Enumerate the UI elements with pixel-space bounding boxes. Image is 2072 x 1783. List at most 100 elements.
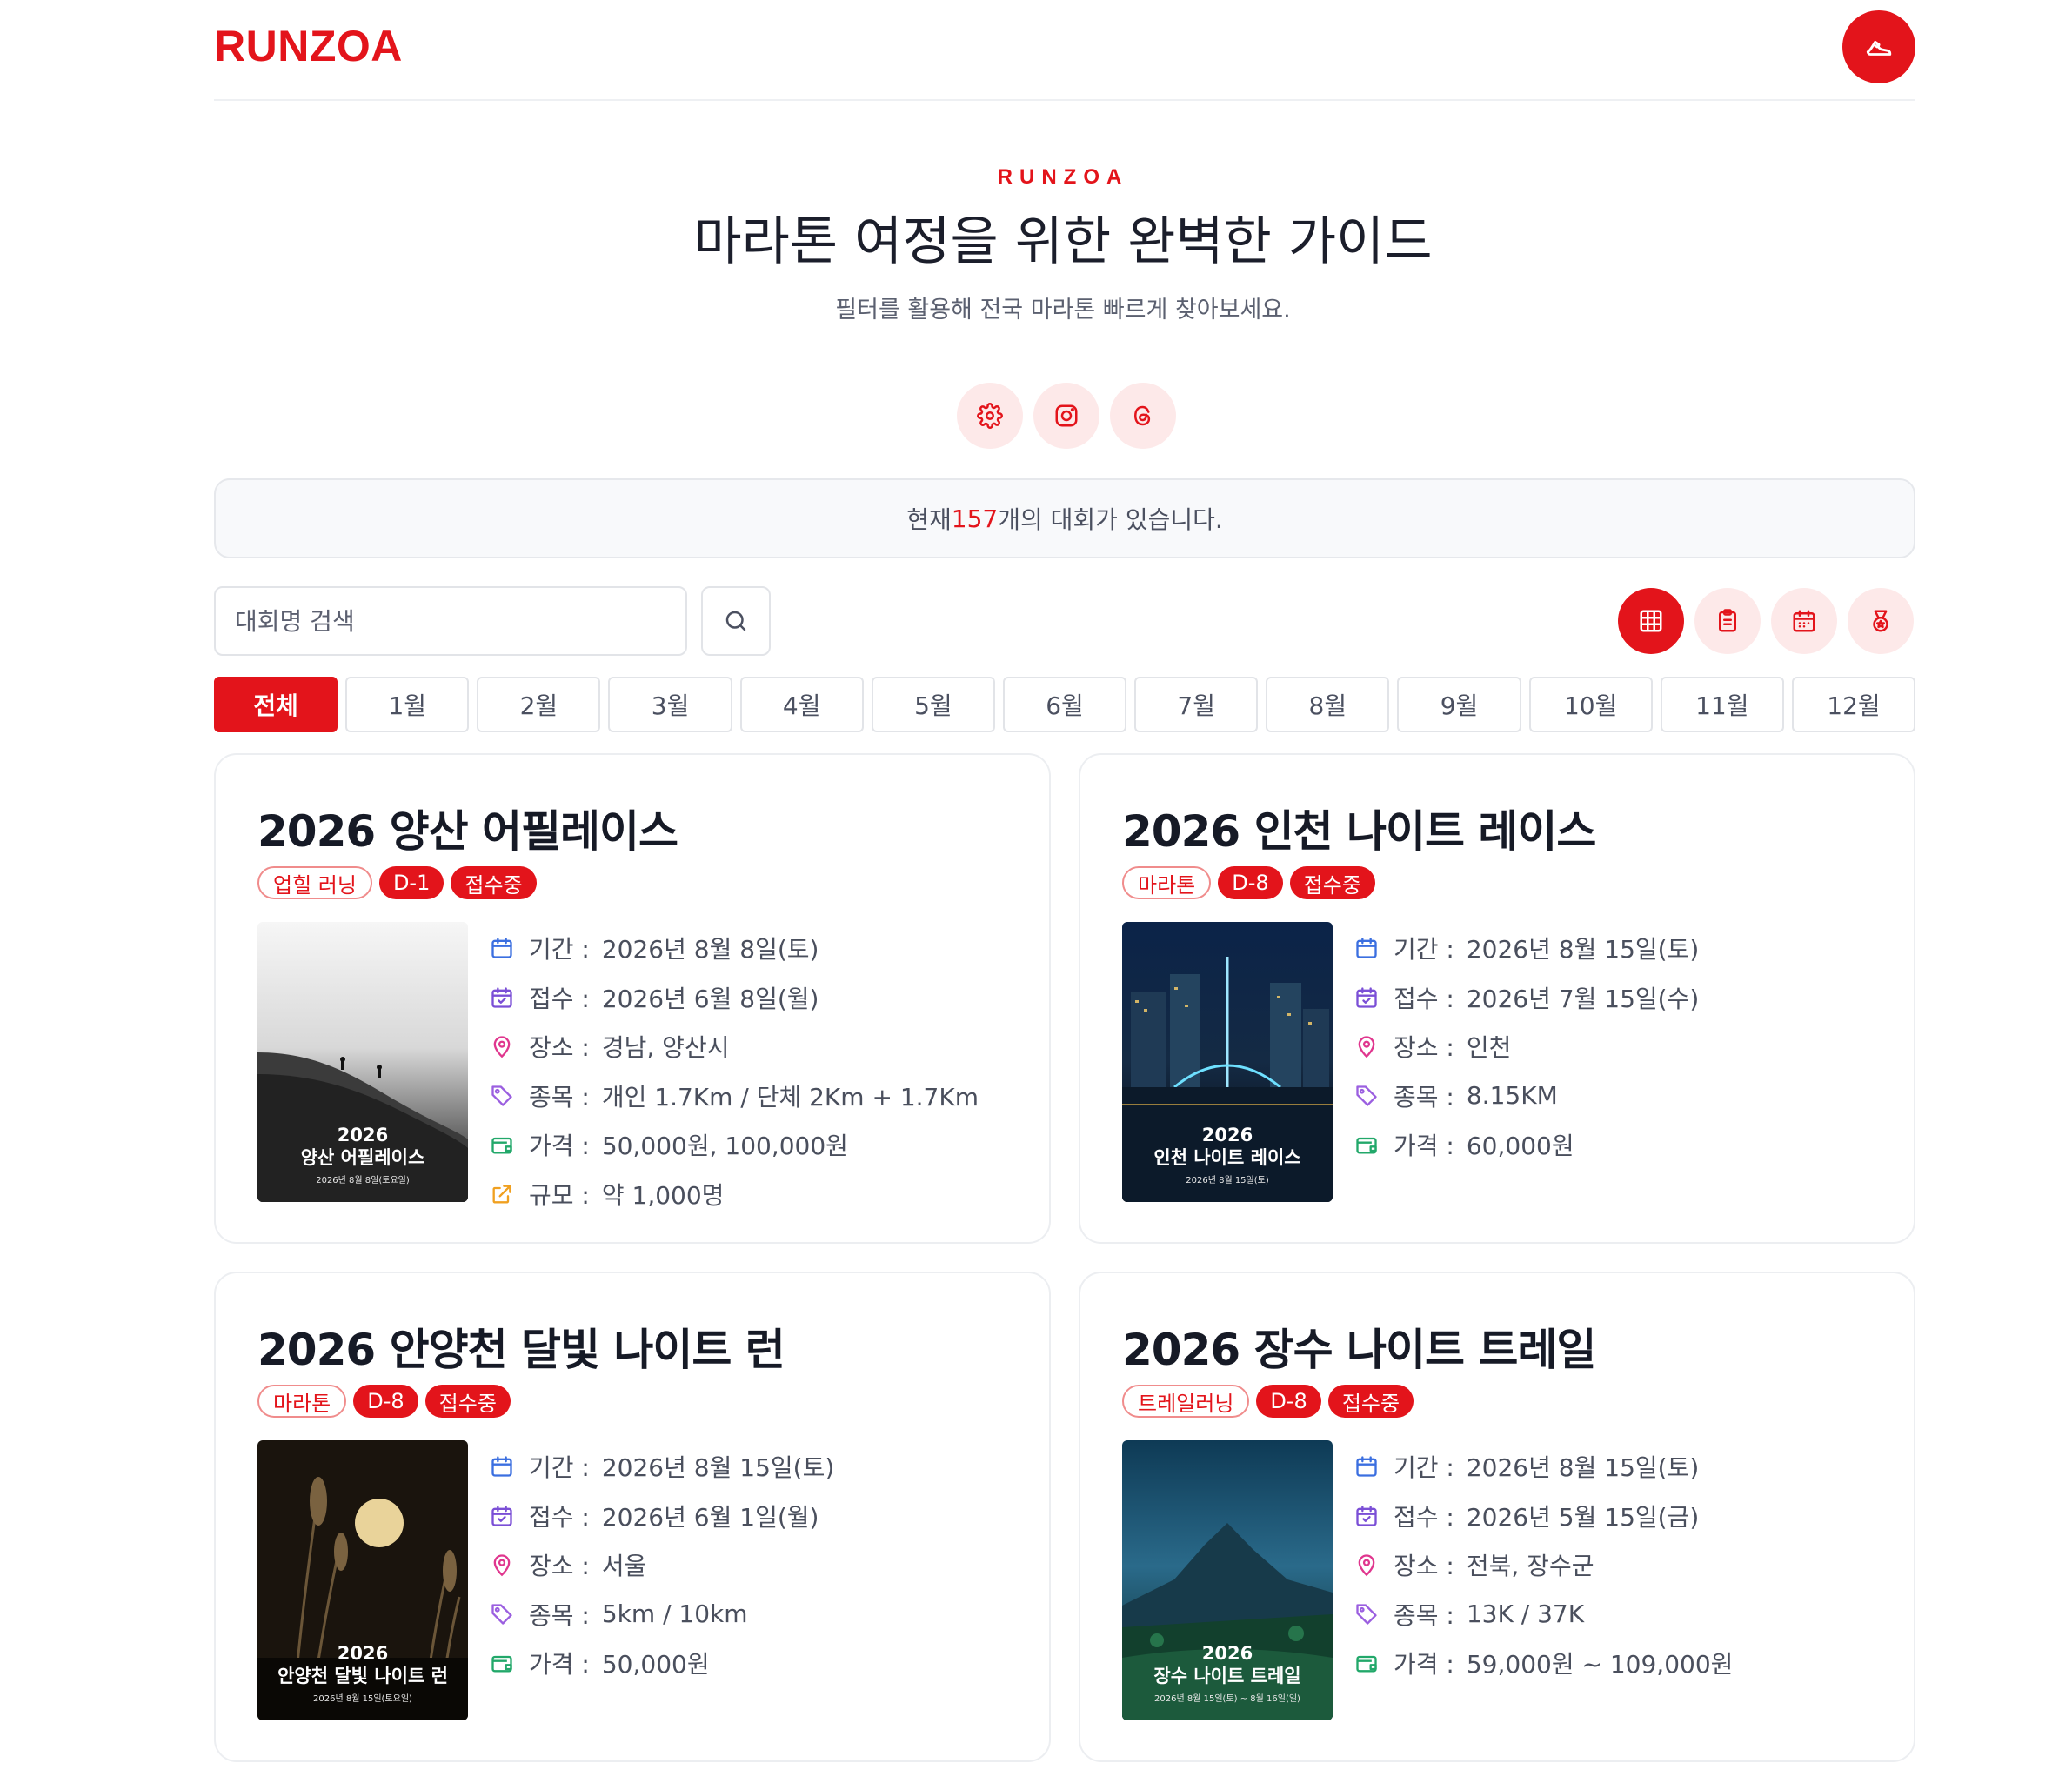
race-place-row: 장소 : 경남, 양산시	[489, 1022, 979, 1072]
category-badge: 마라톤	[257, 1385, 347, 1418]
dday-badge: D-8	[1256, 1385, 1321, 1418]
calendar-icon	[1353, 1453, 1380, 1479]
grid-view-button[interactable]	[1618, 588, 1684, 654]
poster-year: 2026	[337, 1125, 389, 1145]
race-period-label: 기간 :	[529, 1453, 590, 1483]
race-period-row: 기간 : 2026년 8월 15일(토)	[1353, 1442, 1733, 1492]
race-info-list: 기간 : 2026년 8월 8일(토) 접수 : 2026년 6월 8일(월) …	[489, 924, 979, 1219]
tab-month-12[interactable]: 12월	[1791, 677, 1916, 732]
running-shoe-icon	[1866, 40, 1892, 56]
race-period-row: 기간 : 2026년 8월 15일(토)	[489, 1442, 834, 1492]
race-period-row: 기간 : 2026년 8월 15일(토)	[1353, 924, 1699, 973]
race-event-label: 종목 :	[1394, 1600, 1454, 1630]
race-poster-image[interactable]: 2026 장수 나이트 트레일 2026년 8월 15일(토) ~ 8월 16일…	[1122, 1440, 1333, 1720]
month-filter-tabs: 전체 1월 2월 3월 4월 5월 6월 7월 8월 9월 10월 11월 12월	[214, 677, 1916, 732]
race-place-value: 서울	[601, 1552, 647, 1581]
race-poster-image[interactable]: 2026 양산 어필레이스 2026년 8월 8일(토요일)	[257, 922, 468, 1202]
race-place-value: 전북, 장수군	[1466, 1552, 1594, 1581]
race-poster-image[interactable]: 2026 안양천 달빛 나이트 런 2026년 8월 15일(토요일)	[257, 1440, 468, 1720]
tab-month-7[interactable]: 7월	[1134, 677, 1259, 732]
calendar-icon	[489, 1453, 515, 1479]
running-shoe-button[interactable]	[1842, 10, 1915, 83]
hero-eyebrow: RUNZOA	[997, 165, 1129, 189]
medal-button[interactable]	[1848, 588, 1914, 654]
race-event-value: 13K / 37K	[1466, 1599, 1585, 1629]
race-info-list: 기간 : 2026년 8월 15일(토) 접수 : 2026년 6월 1일(월)…	[489, 1442, 834, 1688]
race-price-value: 60,000원	[1466, 1132, 1574, 1161]
category-badge: 마라톤	[1122, 866, 1212, 899]
instagram-button[interactable]	[1033, 383, 1099, 449]
race-event-row: 종목 : 13K / 37K	[1353, 1590, 1733, 1639]
race-price-label: 가격 :	[529, 1650, 590, 1679]
page-subtitle: 필터를 활용해 전국 마라톤 빠르게 찾아보세요.	[835, 297, 1291, 324]
tab-month-6[interactable]: 6월	[1002, 677, 1127, 732]
wallet-icon	[489, 1650, 515, 1676]
race-badges: 마라톤 D-8 접수중	[1122, 866, 1375, 899]
race-event-row: 종목 : 5km / 10km	[489, 1590, 834, 1639]
race-title[interactable]: 2026 안양천 달빛 나이트 런	[257, 1315, 785, 1378]
race-title[interactable]: 2026 양산 어필레이스	[257, 797, 678, 859]
poster-name: 양산 어필레이스	[300, 1147, 425, 1168]
race-period-label: 기간 :	[1394, 1453, 1454, 1483]
site-logo[interactable]: RUNZOA	[214, 19, 403, 73]
race-price-value: 59,000원 ~ 109,000원	[1466, 1650, 1734, 1679]
race-scale-value: 약 1,000명	[601, 1180, 725, 1210]
race-register-label: 접수 :	[1394, 984, 1454, 1013]
calendar-view-button[interactable]	[1771, 588, 1837, 654]
status-badge: 접수중	[424, 1385, 511, 1418]
tab-month-5[interactable]: 5월	[871, 677, 995, 732]
calendar-icon	[489, 935, 515, 961]
poster-year: 2026	[1201, 1125, 1253, 1145]
settings-button[interactable]	[957, 383, 1023, 449]
race-price-value: 50,000원	[601, 1650, 710, 1679]
race-place-label: 장소 :	[529, 1033, 590, 1063]
search-input[interactable]	[214, 586, 687, 656]
poster-name: 장수 나이트 트레일	[1153, 1666, 1301, 1686]
race-card-anyangcheon[interactable]: 2026 안양천 달빛 나이트 런 마라톤 D-8 접수중 2026 안양천 달…	[214, 1272, 1051, 1762]
race-place-row: 장소 : 서울	[489, 1540, 834, 1590]
race-card-incheon[interactable]: 2026 인천 나이트 레이스 마라톤 D-8 접수중 2026 인천 나이트 …	[1079, 753, 1915, 1244]
tab-month-11[interactable]: 11월	[1660, 677, 1784, 732]
tag-icon	[1353, 1083, 1380, 1109]
race-place-value: 인천	[1466, 1033, 1512, 1063]
race-register-row: 접수 : 2026년 5월 15일(금)	[1353, 1492, 1733, 1541]
race-price-label: 가격 :	[1394, 1132, 1454, 1161]
list-view-button[interactable]	[1694, 588, 1761, 654]
tab-month-4[interactable]: 4월	[739, 677, 864, 732]
map-pin-icon	[489, 1033, 515, 1059]
race-badges: 마라톤 D-8 접수중	[257, 1385, 511, 1418]
race-poster-image[interactable]: 2026 인천 나이트 레이스 2026년 8월 15일(토)	[1122, 922, 1333, 1202]
tab-month-10[interactable]: 10월	[1528, 677, 1653, 732]
race-card-jangsu[interactable]: 2026 장수 나이트 트레일 트레일러닝 D-8 접수중 2026 장수 나이…	[1079, 1272, 1915, 1762]
race-card-yangsan[interactable]: 2026 양산 어필레이스 업힐 러닝 D-1 접수중 2026 양산 어필레이…	[214, 753, 1051, 1244]
race-title[interactable]: 2026 장수 나이트 트레일	[1122, 1315, 1596, 1378]
race-register-label: 접수 :	[1394, 1502, 1454, 1532]
race-title[interactable]: 2026 인천 나이트 레이스	[1122, 797, 1596, 859]
race-period-value: 2026년 8월 15일(토)	[1466, 935, 1700, 965]
poster-date: 2026년 8월 15일(토요일)	[313, 1694, 412, 1704]
poster-date: 2026년 8월 15일(토) ~ 8월 16일(일)	[1154, 1694, 1300, 1704]
tab-month-3[interactable]: 3월	[608, 677, 732, 732]
tab-all[interactable]: 전체	[214, 677, 338, 732]
grid-view-icon	[1640, 610, 1662, 632]
calendar-view-icon	[1793, 610, 1815, 632]
tab-month-8[interactable]: 8월	[1266, 677, 1390, 732]
poster-name: 안양천 달빛 나이트 런	[277, 1666, 448, 1686]
tab-month-1[interactable]: 1월	[345, 677, 470, 732]
poster-name: 인천 나이트 레이스	[1153, 1147, 1301, 1168]
search-button[interactable]	[701, 586, 771, 656]
race-price-row: 가격 : 60,000원	[1353, 1120, 1699, 1170]
threads-button[interactable]	[1110, 383, 1176, 449]
map-pin-icon	[489, 1552, 515, 1578]
category-badge: 트레일러닝	[1122, 1385, 1250, 1418]
race-event-row: 종목 : 개인 1.7Km / 단체 2Km + 1.7Km	[489, 1072, 979, 1121]
wallet-icon	[1353, 1132, 1380, 1158]
race-price-label: 가격 :	[529, 1132, 590, 1161]
race-place-row: 장소 : 인천	[1353, 1022, 1699, 1072]
tab-month-9[interactable]: 9월	[1397, 677, 1521, 732]
tag-icon	[1353, 1601, 1380, 1627]
tab-month-2[interactable]: 2월	[477, 677, 601, 732]
race-register-value: 2026년 7월 15일(수)	[1466, 984, 1700, 1013]
race-event-label: 종목 :	[529, 1600, 590, 1630]
race-event-value: 5km / 10km	[601, 1599, 748, 1629]
